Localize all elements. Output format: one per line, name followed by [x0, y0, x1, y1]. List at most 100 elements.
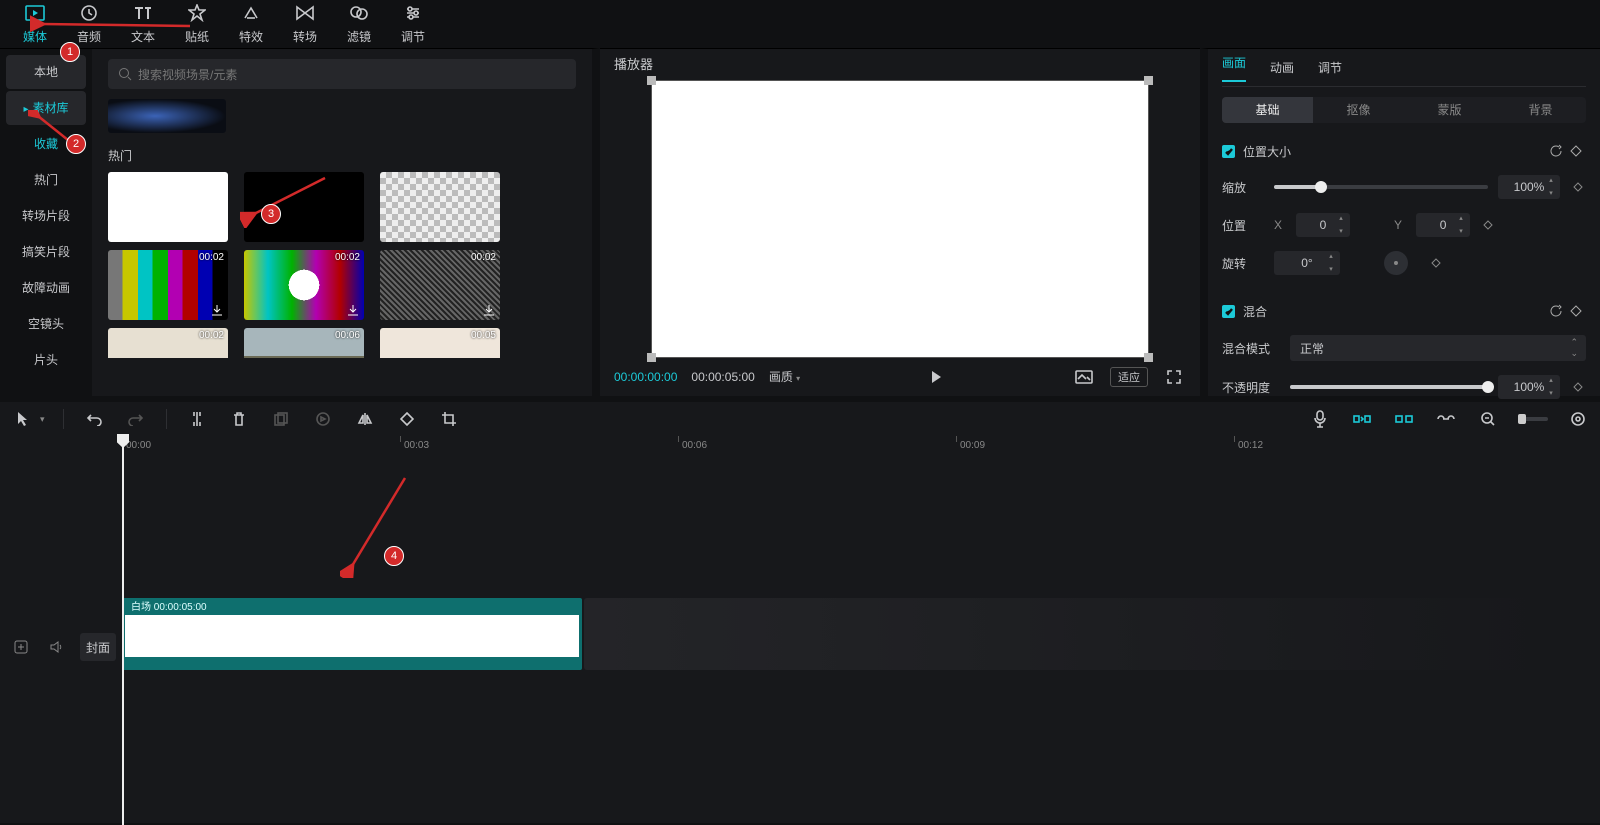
thumb-transparent[interactable] — [380, 172, 500, 242]
sidebar-item-opener[interactable]: 片头 — [6, 343, 86, 377]
mute-track-button[interactable] — [44, 634, 70, 660]
inspector-subtab-cutout[interactable]: 抠像 — [1313, 97, 1404, 123]
tab-sticker[interactable]: 贴纸 — [170, 2, 224, 45]
player-fit-button[interactable]: 适应 — [1110, 367, 1148, 387]
redo-button[interactable] — [124, 407, 148, 431]
thumb-duration: 00:05 — [471, 330, 496, 341]
search-input[interactable]: 搜索视频场景/元素 — [108, 59, 576, 89]
rotate-value[interactable]: 0°▴▾ — [1274, 251, 1340, 275]
rotate-button[interactable] — [395, 407, 419, 431]
scale-keyframe[interactable] — [1570, 182, 1586, 192]
sidebar-item-hot[interactable]: 热门 — [6, 163, 86, 197]
mirror-button[interactable] — [353, 407, 377, 431]
thumb-preview-strip[interactable] — [108, 99, 226, 133]
snapshot-button[interactable] — [1072, 365, 1096, 389]
zoom-fit-button[interactable] — [1566, 407, 1590, 431]
resize-handle-bl[interactable] — [647, 353, 656, 362]
lock-track-button[interactable] — [8, 634, 34, 660]
position-x-value[interactable]: 0▴▾ — [1296, 213, 1350, 237]
clip-header-label: 白场 00:00:05:00 — [125, 601, 579, 615]
opacity-keyframe[interactable] — [1570, 382, 1586, 392]
undo-button[interactable] — [82, 407, 106, 431]
blend-keyframe-button[interactable] — [1566, 301, 1586, 321]
position-y-value[interactable]: 0▴▾ — [1416, 213, 1470, 237]
download-icon[interactable] — [482, 303, 496, 317]
thumb-testcard[interactable]: 00:02 — [244, 250, 364, 320]
track-add-zone[interactable] — [584, 598, 1544, 670]
inspector-subtab-bg[interactable]: 背景 — [1495, 97, 1586, 123]
cursor-dropdown[interactable]: ▾ — [40, 414, 45, 425]
position-keyframe[interactable] — [1480, 220, 1496, 230]
timeline-body[interactable]: 封面 白场 00:00:05:00 — [0, 458, 1600, 823]
tab-media[interactable]: 媒体 — [8, 2, 62, 45]
timeline-clip[interactable]: 白场 00:00:05:00 — [122, 598, 582, 670]
reset-button[interactable] — [1546, 141, 1566, 161]
scale-value[interactable]: 100%▴▾ — [1498, 175, 1560, 199]
rotate-wheel[interactable] — [1384, 251, 1408, 275]
reverse-button[interactable] — [311, 407, 335, 431]
thumb-noise[interactable]: 00:02 — [380, 250, 500, 320]
zoom-slider[interactable] — [1518, 417, 1548, 421]
magnet-main-button[interactable] — [1350, 407, 1374, 431]
timeline-ruler[interactable]: 00:00 00:03 00:06 00:09 00:12 — [0, 436, 1600, 458]
annotation-badge-3: 3 — [261, 204, 281, 224]
sidebar-item-transition-clips[interactable]: 转场片段 — [6, 199, 86, 233]
tab-adjust[interactable]: 调节 — [386, 2, 440, 45]
opacity-slider[interactable] — [1290, 385, 1488, 389]
position-y-label: Y — [1394, 218, 1402, 232]
resize-handle-tl[interactable] — [647, 76, 656, 85]
inspector-subtab-mask[interactable]: 蒙版 — [1404, 97, 1495, 123]
tab-filter[interactable]: 滤镜 — [332, 2, 386, 45]
inspector-tab-anim[interactable]: 动画 — [1270, 59, 1294, 76]
blend-reset-button[interactable] — [1546, 301, 1566, 321]
opacity-value[interactable]: 100%▴▾ — [1498, 375, 1560, 399]
crop-button[interactable] — [437, 407, 461, 431]
player-canvas[interactable] — [652, 81, 1148, 357]
thumb-white[interactable] — [108, 172, 228, 242]
split-button[interactable] — [185, 407, 209, 431]
thumb-clip-1[interactable]: 00:02 — [108, 328, 228, 358]
sidebar-item-empty-lens[interactable]: 空镜头 — [6, 307, 86, 341]
copy-button[interactable] — [269, 407, 293, 431]
delete-button[interactable] — [227, 407, 251, 431]
mic-button[interactable] — [1308, 407, 1332, 431]
sidebar-item-library-label: 素材库 — [33, 101, 69, 115]
resize-handle-br[interactable] — [1144, 353, 1153, 362]
sidebar-item-glitch[interactable]: 故障动画 — [6, 271, 86, 305]
timeline-track-area[interactable]: 白场 00:00:05:00 — [118, 458, 1600, 823]
tab-transition[interactable]: 转场 — [278, 2, 332, 45]
cursor-tool[interactable] — [10, 407, 34, 431]
thumb-clip-3[interactable]: 00:05 — [380, 328, 500, 358]
sidebar-item-funny-clips[interactable]: 搞笑片段 — [6, 235, 86, 269]
rotate-keyframe[interactable] — [1428, 258, 1444, 268]
blend-mode-select[interactable]: 正常⌃⌄ — [1290, 335, 1586, 361]
tab-effect[interactable]: 特效 — [224, 2, 278, 45]
fullscreen-button[interactable] — [1162, 365, 1186, 389]
checkbox-blend[interactable] — [1222, 305, 1235, 318]
sidebar-item-library[interactable]: ▸素材库 — [6, 91, 86, 125]
tab-text[interactable]: 文本 — [116, 2, 170, 45]
magnet-sub-button[interactable] — [1392, 407, 1416, 431]
filter-icon — [332, 2, 386, 24]
cover-button[interactable]: 封面 — [80, 633, 116, 661]
download-icon[interactable] — [210, 303, 224, 317]
player-quality-label[interactable]: 画质 ▾ — [769, 368, 800, 385]
inspector-tab-picture[interactable]: 画面 — [1222, 54, 1246, 82]
zoom-out-button[interactable] — [1476, 407, 1500, 431]
tab-audio[interactable]: 音频 — [62, 2, 116, 45]
download-icon[interactable] — [346, 303, 360, 317]
thumb-clip-2[interactable]: 00:06 — [244, 328, 364, 358]
annotation-badge-2: 2 — [66, 134, 86, 154]
inspector-subtab-basic[interactable]: 基础 — [1222, 97, 1313, 123]
play-button[interactable] — [924, 365, 948, 389]
keyframe-button[interactable] — [1566, 141, 1586, 161]
tab-filter-label: 滤镜 — [332, 28, 386, 45]
inspector-tab-adjust[interactable]: 调节 — [1318, 59, 1342, 76]
thumb-duration: 00:02 — [471, 252, 496, 263]
scale-slider[interactable] — [1274, 185, 1488, 189]
search-icon — [118, 67, 132, 81]
resize-handle-tr[interactable] — [1144, 76, 1153, 85]
checkbox-position-size[interactable] — [1222, 145, 1235, 158]
link-button[interactable] — [1434, 407, 1458, 431]
thumb-colorbars[interactable]: 00:02 — [108, 250, 228, 320]
